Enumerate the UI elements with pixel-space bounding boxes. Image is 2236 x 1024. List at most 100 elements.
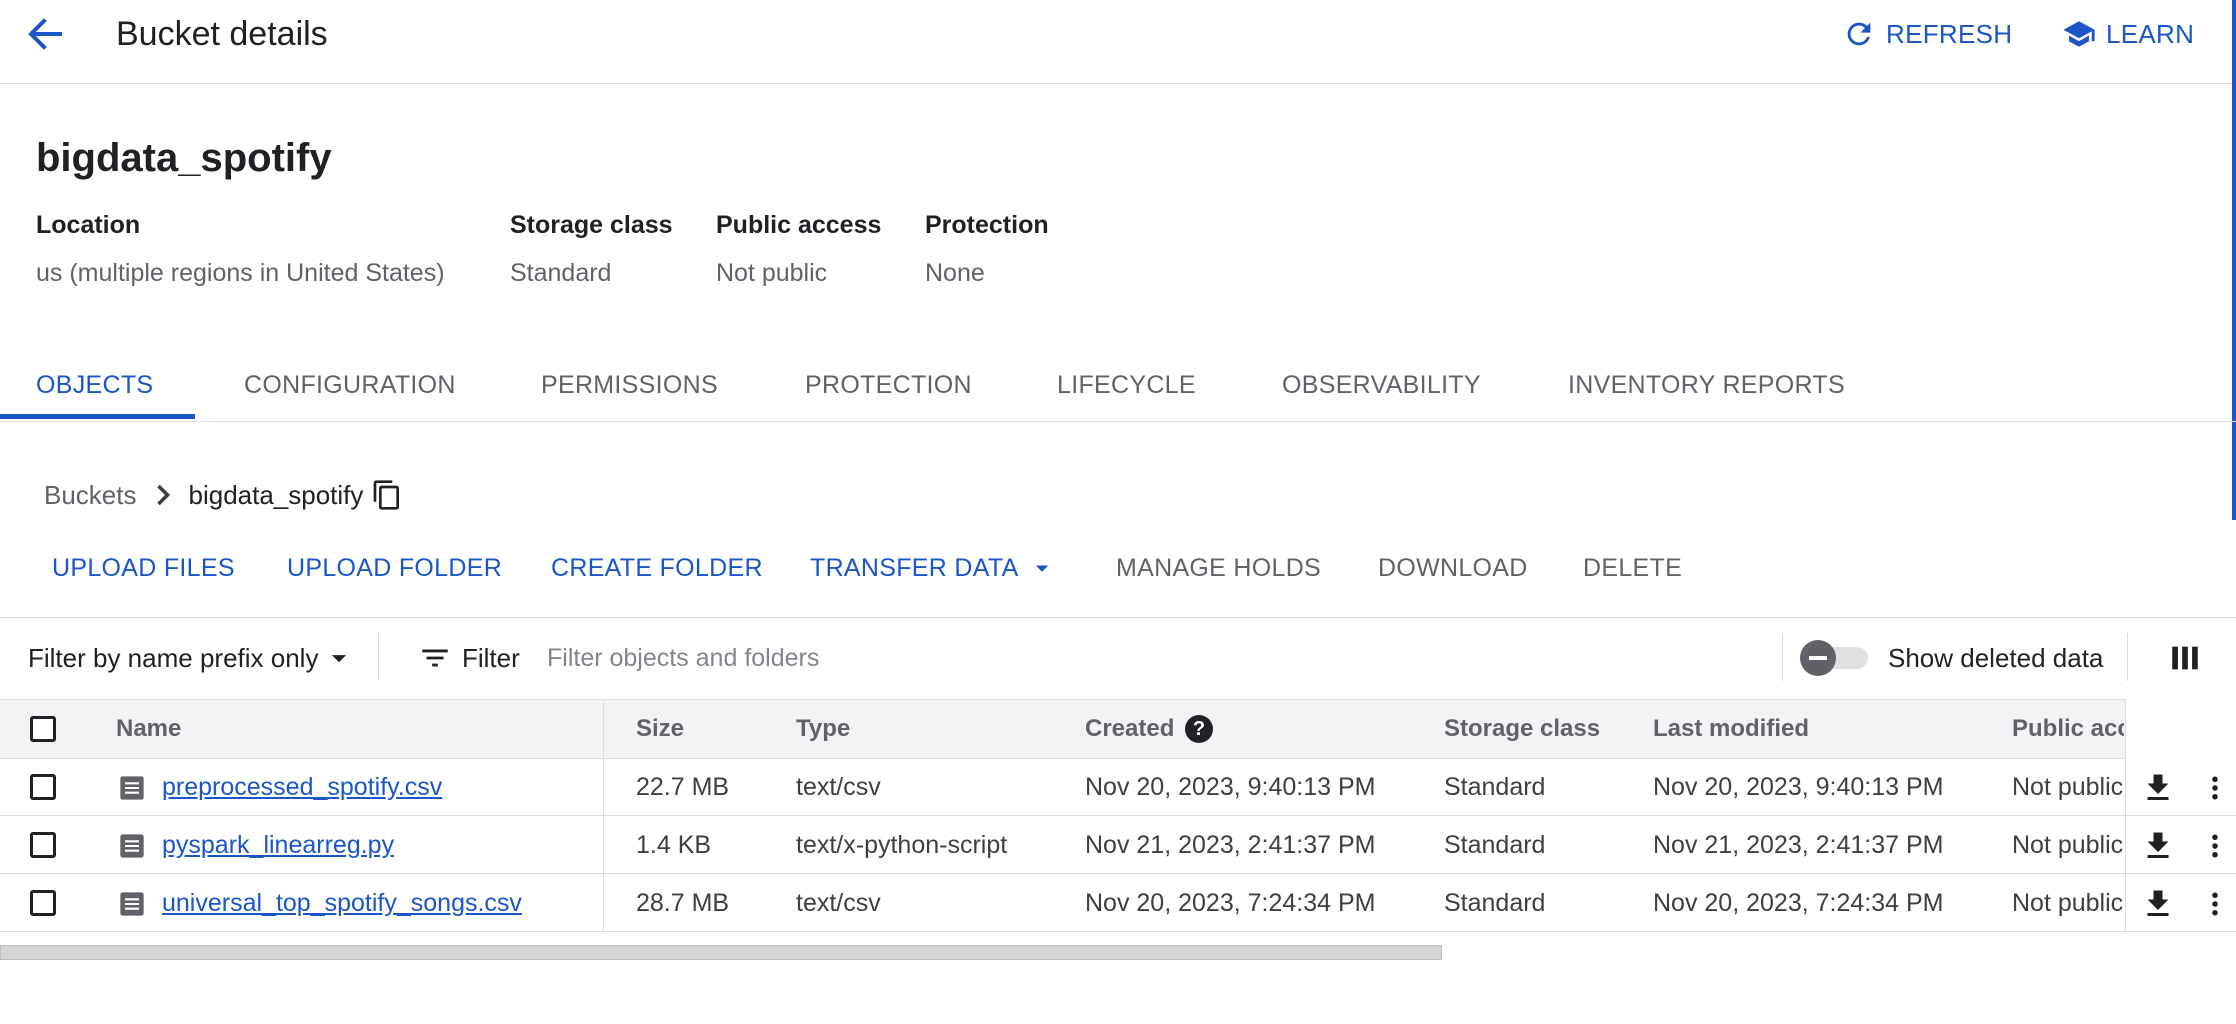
column-header-public-access[interactable]: Public acc — [2012, 700, 2124, 758]
sticky-column-divider — [2125, 699, 2126, 932]
tab-lifecycle[interactable]: LIFECYCLE — [1057, 355, 1196, 421]
more-vert-icon[interactable] — [2200, 886, 2230, 922]
protection-value: None — [925, 259, 985, 287]
create-folder-button[interactable]: CREATE FOLDER — [551, 548, 763, 588]
file-type: text/csv — [796, 889, 881, 917]
filter-mode-label: Filter by name prefix only — [28, 642, 319, 673]
show-deleted-toggle[interactable] — [1800, 640, 1872, 676]
location-label: Location — [36, 211, 141, 239]
public-access-label: Public access — [716, 211, 882, 239]
filter-list-icon — [422, 649, 448, 667]
bucket-name: bigdata_spotify — [36, 136, 332, 180]
column-header-size[interactable]: Size — [636, 700, 684, 758]
tab-inventory-reports[interactable]: INVENTORY REPORTS — [1568, 355, 1845, 421]
tab-permissions[interactable]: PERMISSIONS — [541, 355, 718, 421]
tab-bar: OBJECTS CONFIGURATION PERMISSIONS PROTEC… — [0, 355, 2236, 422]
filter-input[interactable]: Filter objects and folders — [547, 638, 1747, 678]
horizontal-scrollbar[interactable] — [0, 945, 1442, 960]
download-button[interactable]: DOWNLOAD — [1378, 548, 1528, 588]
file-created: Nov 20, 2023, 7:24:34 PM — [1085, 889, 1376, 917]
minus-icon — [1809, 656, 1827, 660]
protection-label: Protection — [925, 211, 1049, 239]
filter-label: Filter — [462, 642, 520, 673]
file-created: Nov 21, 2023, 2:41:37 PM — [1085, 831, 1376, 859]
filter-mode-dropdown[interactable]: Filter by name prefix only — [28, 638, 356, 678]
file-last-modified: Nov 21, 2023, 2:41:37 PM — [1653, 831, 1944, 859]
divider — [378, 633, 379, 681]
view-column-icon — [2172, 646, 2198, 670]
school-icon — [2063, 21, 2095, 47]
download-icon[interactable] — [2140, 770, 2176, 806]
tab-objects[interactable]: OBJECTS — [36, 355, 153, 421]
more-vert-icon[interactable] — [2200, 828, 2230, 864]
file-size: 28.7 MB — [636, 889, 730, 917]
learn-button[interactable]: LEARN — [2062, 14, 2194, 54]
select-all-checkbox[interactable] — [30, 716, 56, 742]
copy-icon[interactable] — [371, 479, 403, 511]
file-icon — [120, 834, 144, 858]
transfer-data-label: TRANSFER DATA — [810, 554, 1019, 582]
table-header: Name Size Type Created ? Storage class L… — [0, 699, 2126, 759]
column-display-button[interactable] — [2168, 640, 2202, 681]
file-icon — [120, 776, 144, 800]
file-type: text/csv — [796, 773, 881, 801]
file-name-link[interactable]: pyspark_linearreg.py — [162, 816, 394, 874]
file-storage-class: Standard — [1444, 773, 1546, 801]
download-icon[interactable] — [2140, 886, 2176, 922]
delete-button[interactable]: DELETE — [1583, 548, 1682, 588]
file-name-link[interactable]: preprocessed_spotify.csv — [162, 758, 442, 816]
file-type: text/x-python-script — [796, 831, 1008, 859]
file-public-access: Not public — [2012, 831, 2124, 859]
download-icon[interactable] — [2140, 828, 2176, 864]
tab-configuration[interactable]: CONFIGURATION — [244, 355, 456, 421]
show-deleted-label: Show deleted data — [1888, 643, 2104, 673]
table-row: preprocessed_spotify.csv 22.7 MB text/cs… — [0, 758, 2236, 816]
refresh-button[interactable]: REFRESH — [1842, 14, 2012, 54]
page-title: Bucket details — [116, 15, 328, 53]
storage-class-label: Storage class — [510, 211, 673, 239]
tab-protection[interactable]: PROTECTION — [805, 355, 972, 421]
row-checkbox[interactable] — [30, 890, 56, 916]
location-value: us (multiple regions in United States) — [36, 259, 445, 287]
file-size: 1.4 KB — [636, 831, 712, 859]
help-icon[interactable]: ? — [1185, 715, 1213, 743]
file-created: Nov 20, 2023, 9:40:13 PM — [1085, 773, 1376, 801]
breadcrumb-buckets[interactable]: Buckets — [44, 480, 137, 511]
file-last-modified: Nov 20, 2023, 7:24:34 PM — [1653, 889, 1944, 917]
upload-files-button[interactable]: UPLOAD FILES — [52, 548, 235, 588]
active-tab-indicator — [0, 414, 195, 419]
dropdown-arrow-icon — [332, 655, 347, 663]
column-header-name[interactable]: Name — [116, 700, 181, 758]
file-icon — [120, 892, 144, 916]
file-storage-class: Standard — [1444, 831, 1546, 859]
chevron-right-icon — [156, 484, 170, 506]
column-header-last-modified[interactable]: Last modified — [1653, 700, 1809, 758]
toggle-thumb — [1800, 640, 1836, 676]
arrow-back-icon — [28, 18, 62, 50]
file-storage-class: Standard — [1444, 889, 1546, 917]
file-name-link[interactable]: universal_top_spotify_songs.csv — [162, 874, 522, 932]
row-checkbox[interactable] — [30, 832, 56, 858]
file-size: 22.7 MB — [636, 773, 730, 801]
transfer-data-button[interactable]: TRANSFER DATA — [810, 548, 1057, 588]
refresh-label: REFRESH — [1886, 18, 2013, 49]
table-row: pyspark_linearreg.py 1.4 KB text/x-pytho… — [0, 816, 2236, 874]
back-button[interactable] — [22, 14, 68, 54]
column-divider — [603, 699, 604, 932]
manage-holds-button[interactable]: MANAGE HOLDS — [1116, 548, 1321, 588]
filter-button[interactable]: Filter — [418, 638, 520, 678]
row-checkbox[interactable] — [30, 774, 56, 800]
tab-observability[interactable]: OBSERVABILITY — [1282, 355, 1481, 421]
divider — [2127, 633, 2128, 681]
column-header-created[interactable]: Created — [1085, 700, 1174, 758]
more-vert-icon[interactable] — [2200, 770, 2230, 806]
column-header-type[interactable]: Type — [796, 700, 850, 758]
upload-folder-button[interactable]: UPLOAD FOLDER — [287, 548, 502, 588]
public-access-value: Not public — [716, 259, 828, 287]
refresh-icon — [1847, 22, 1871, 46]
breadcrumb: Buckets bigdata_spotify — [44, 475, 403, 515]
file-public-access: Not public — [2012, 773, 2124, 801]
column-header-storage-class[interactable]: Storage class — [1444, 700, 1600, 758]
breadcrumb-current: bigdata_spotify — [188, 479, 364, 510]
dropdown-arrow-icon — [1035, 565, 1048, 572]
